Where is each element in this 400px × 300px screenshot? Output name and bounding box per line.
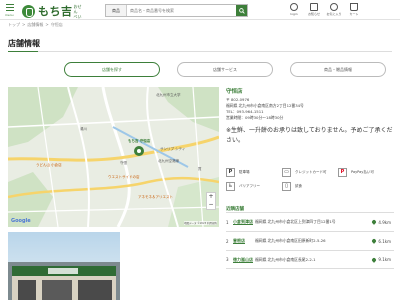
wheelchair-icon: ♿: [226, 181, 235, 191]
tab-product-info[interactable]: 商品・贈品情報: [290, 62, 386, 77]
service-parking-label: 駐車場: [239, 170, 250, 174]
store-tabs: 店舗を探す 店舗サービス 商品・贈品情報: [64, 62, 386, 77]
nearby-address: 福岡県 北九州市小倉南区田原新町2-5-26: [255, 238, 326, 243]
tab-find-store[interactable]: 店舗を探す: [64, 62, 160, 77]
site-header: menu もち吉 おせん べい 商品 login お知らせ お気に入り カート: [0, 0, 400, 20]
nearby-number: 3: [226, 257, 229, 262]
cart-button[interactable]: カート: [344, 3, 364, 16]
favorite-icon: [330, 3, 338, 11]
map-label-university: 北九州市立大学: [156, 93, 181, 97]
map-label-sunlive: サンリブ シティ: [160, 147, 186, 151]
notice-label: お知らせ: [308, 12, 320, 16]
favorite-button[interactable]: お気に入り: [324, 3, 344, 16]
nearby-number: 2: [226, 238, 229, 244]
nearby-distance: 6.1km: [365, 238, 391, 244]
service-credit: ▭ クレジットカード可: [282, 165, 338, 179]
map-label-udon: うどん山 小倉店: [36, 163, 62, 167]
header-icon-group: login お知らせ お気に入り カート: [284, 3, 364, 16]
zoom-out-button[interactable]: −: [207, 201, 215, 209]
nearby-store-link[interactable]: 曽根店: [233, 238, 255, 244]
nearby-distance: 4.9km: [365, 219, 391, 225]
zoom-in-button[interactable]: +: [207, 193, 215, 201]
login-label: login: [290, 12, 298, 16]
nearby-distance-value: 4.9km: [378, 219, 391, 225]
service-paypay: P PayPay払い可: [338, 165, 394, 179]
nearby-distance: 9.1km: [365, 256, 391, 263]
site-logo[interactable]: もち吉 おせん べい: [22, 3, 83, 19]
service-parking: P 駐車場: [226, 165, 282, 179]
service-credit-label: クレジットカード可: [295, 170, 327, 174]
storefront-image: [8, 232, 120, 300]
breadcrumb: トップ > 店舗情報 > 守恒店: [8, 22, 63, 27]
nearby-row: 2 曽根店 福岡県 北九州市小倉南区田原新町2-5-26 6.1km: [226, 231, 394, 250]
map-label-airport-line: 北九州空港線: [158, 159, 179, 163]
nearby-number: 1: [226, 219, 229, 225]
login-button[interactable]: login: [284, 3, 304, 16]
logo-subtext: おせん べい: [73, 3, 82, 19]
page-title: 店舗情報: [8, 39, 40, 48]
credit-card-icon: ▭: [282, 167, 291, 177]
notice-button[interactable]: お知らせ: [304, 3, 324, 16]
pin-icon: [371, 256, 378, 263]
nearby-list: 1 小倉到津店 福岡県 北九州市小倉北区上到津四丁目12番1号 4.9km 2 …: [226, 212, 394, 269]
map-canvas: [8, 87, 219, 227]
map-label-yukawa: 湯川: [80, 127, 87, 131]
pin-icon: [371, 238, 378, 244]
nearby-address: 福岡県 北九州市小倉北区上到津四丁目12番1号: [255, 219, 336, 224]
cart-icon: [350, 3, 358, 11]
nearby-distance-value: 6.1km: [378, 238, 391, 244]
nearby-row: 1 小倉到津店 福岡県 北九州市小倉北区上到津四丁目12番1号 4.9km: [226, 212, 394, 231]
parking-icon: P: [226, 167, 235, 177]
search-button[interactable]: [236, 5, 247, 16]
map-label-nuki: 貫: [198, 167, 202, 171]
google-logo: Google: [11, 218, 31, 224]
notice-icon: [310, 3, 318, 11]
nearby-store-link[interactable]: 小倉到津店: [233, 219, 255, 225]
service-tasting-label: 試食: [295, 184, 302, 188]
map-label-morotsune: 守恒: [120, 161, 127, 165]
tab-store-services[interactable]: 店舗サービス: [177, 62, 273, 77]
title-divider: [8, 51, 392, 52]
login-icon: [290, 3, 298, 11]
logo-mark-icon: [22, 4, 35, 18]
cart-label: カート: [349, 12, 359, 16]
tasting-icon: ▯: [282, 181, 291, 191]
service-tasting: ▯ 試食: [282, 179, 338, 193]
menu-label: menu: [5, 13, 14, 17]
store-details: 〒 802-0976 福岡県 北九州市小倉南区南方2丁目12番34号 TEL：0…: [226, 97, 394, 121]
nearby-row: 3 徳力嵐山店 福岡県 北九州市小倉南区長尾2-2-1 9.1km: [226, 250, 394, 269]
breadcrumb-store-info[interactable]: 店舗情報: [27, 22, 43, 27]
logo-text: もち吉: [38, 5, 73, 18]
search-category-select[interactable]: 商品: [106, 5, 127, 16]
breadcrumb-home[interactable]: トップ: [8, 22, 20, 27]
service-barrier-free: ♿ バリアフリー: [226, 179, 282, 193]
map-label-westside: ウエストサイドの店: [108, 175, 140, 179]
service-barrier-free-label: バリアフリー: [239, 184, 260, 188]
store-services: P 駐車場 ▭ クレジットカード可 P PayPay払い可 ♿ バリアフリー ▯ 試食: [226, 165, 394, 193]
map-zoom-control[interactable]: + −: [206, 192, 216, 210]
nearby-address: 福岡県 北九州市小倉南区長尾2-2-1: [255, 256, 316, 262]
search-bar: 商品: [105, 4, 248, 17]
store-notice: ※生鮮、一升餅のお承りは致しておりません。予めご了承ください。: [226, 127, 393, 144]
map-attribution[interactable]: 地図データ ©2023 利用規約: [184, 221, 217, 225]
favorite-label: お気に入り: [326, 12, 342, 16]
map-label-anemone: アネモネ＆アリエスト: [138, 195, 173, 199]
nearby-distance-value: 9.1km: [378, 257, 391, 262]
breadcrumb-current: 守恒店: [50, 22, 63, 27]
store-map[interactable]: もち吉 守恒店 北九州市立大学 うどん山 小倉店 守恒 湯川 ウエストサイドの店…: [8, 87, 219, 227]
search-icon: [238, 7, 245, 14]
store-name: 守恒店: [226, 89, 243, 95]
pin-icon: [371, 219, 378, 225]
nearby-store-link[interactable]: 徳力嵐山店: [233, 257, 255, 263]
storefront-photo: [8, 232, 120, 300]
paypay-icon: P: [338, 167, 347, 177]
service-paypay-label: PayPay払い可: [351, 170, 374, 174]
search-input[interactable]: [127, 5, 236, 16]
store-hours: 営業時間：09時30分～18時30分: [226, 115, 284, 120]
map-label-store: もち吉 守恒店: [128, 139, 151, 143]
hamburger-menu-icon[interactable]: [6, 4, 14, 12]
